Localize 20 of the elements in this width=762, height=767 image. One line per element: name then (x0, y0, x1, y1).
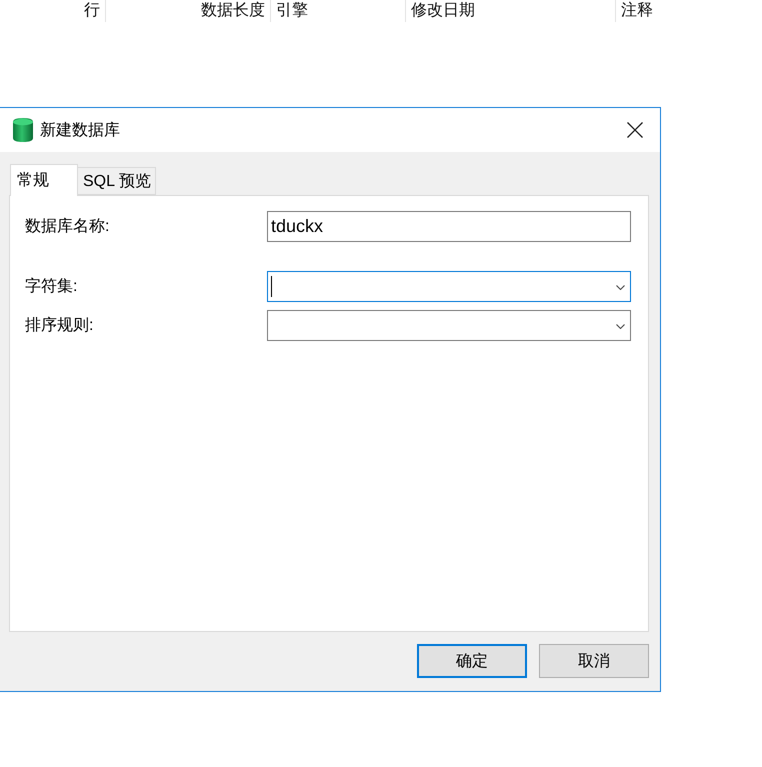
tab[interactable]: 常规 (10, 164, 78, 196)
column-header: 修改日期 (411, 1, 475, 21)
field-label: 字符集: (25, 278, 78, 295)
column-header: 数据长度 (201, 1, 265, 21)
field-label: 数据库名称: (25, 218, 110, 235)
dialog-button[interactable]: 取消 (539, 644, 649, 678)
column-header: 引擎 (276, 1, 308, 21)
chevron-down-icon (616, 285, 625, 290)
close-icon[interactable] (627, 122, 643, 138)
database-icon (12, 118, 34, 142)
column-header: 注释 (621, 1, 653, 21)
window-title: 新建数据库 (40, 120, 120, 140)
column-header: 行 (84, 1, 100, 21)
dropdown-field[interactable] (267, 271, 631, 302)
field-label: 排序规则: (25, 317, 94, 334)
chevron-down-icon (616, 324, 625, 329)
input-field[interactable]: tduckx (267, 211, 631, 242)
dialog-button[interactable]: 确定 (417, 644, 527, 678)
dropdown-field[interactable] (267, 310, 631, 341)
tab[interactable]: SQL 预览 (78, 167, 156, 195)
